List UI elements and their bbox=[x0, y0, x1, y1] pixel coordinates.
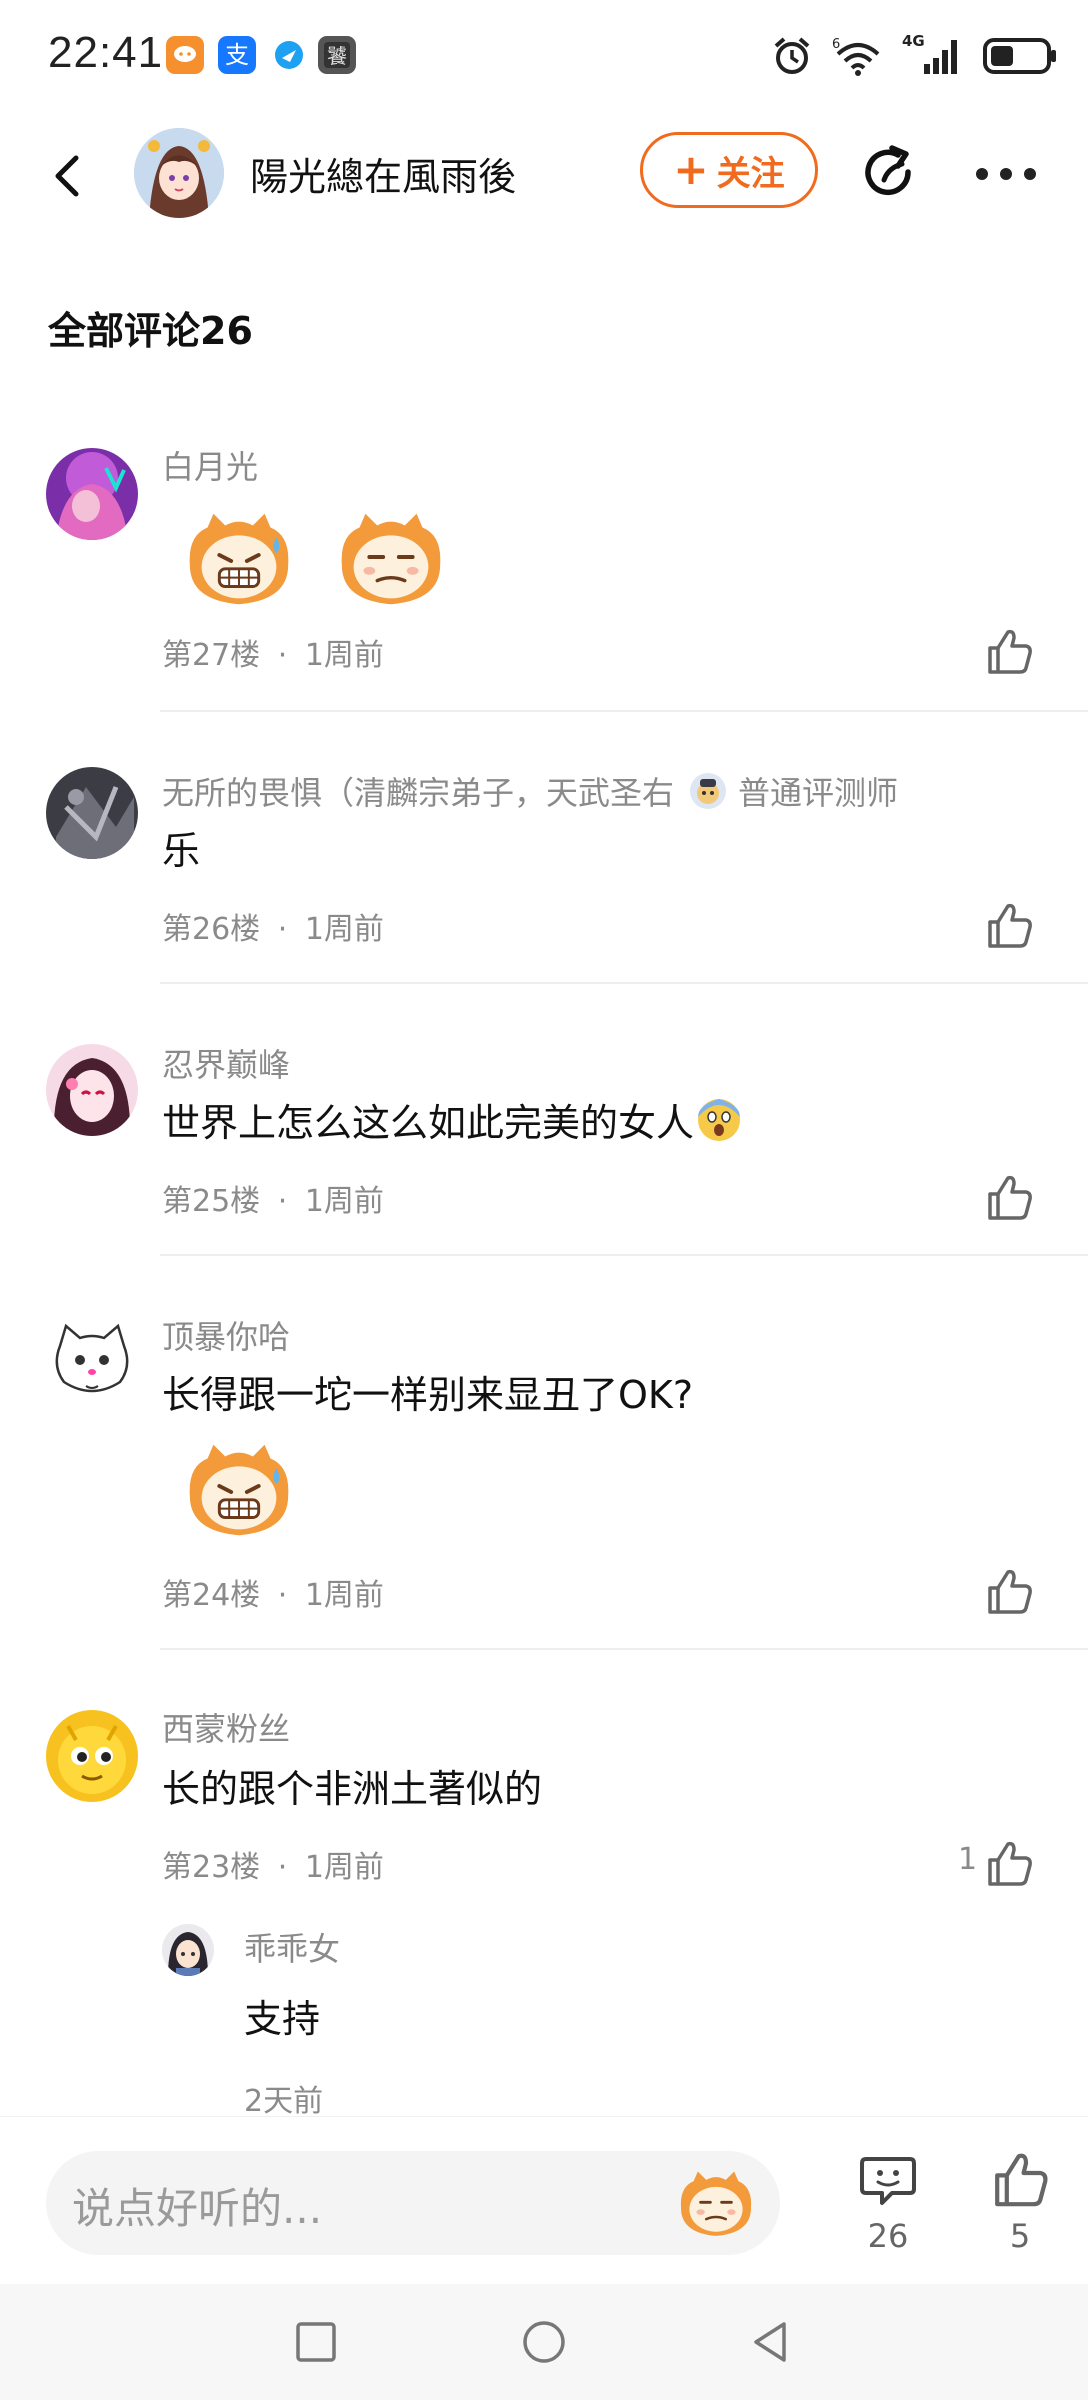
comment-meta: 第27楼 · 1周前 bbox=[162, 630, 384, 674]
svg-text:支: 支 bbox=[225, 41, 249, 69]
comment-time: 1周前 bbox=[304, 912, 384, 947]
follow-label: 关注 bbox=[716, 153, 785, 194]
like-button[interactable] bbox=[984, 1838, 1034, 1888]
floor-number: 第24楼 bbox=[162, 1578, 261, 1613]
floor-number: 第25楼 bbox=[162, 1184, 261, 1219]
meta-separator: · bbox=[277, 638, 288, 673]
comment-text: 长的跟个非洲土著似的 bbox=[162, 1767, 543, 1811]
comment-meta: 第25楼 · 1周前 bbox=[162, 1176, 384, 1220]
reviewer-badge-label: 普通评测师 bbox=[738, 774, 899, 812]
comment-count-icon[interactable] bbox=[858, 2149, 918, 2209]
wifi-icon: 6 bbox=[832, 37, 880, 76]
meta-separator: · bbox=[277, 1184, 288, 1219]
browser-notification-icon bbox=[270, 36, 308, 74]
commenter-name[interactable]: 西蒙粉丝 bbox=[162, 1704, 290, 1750]
like-button[interactable] bbox=[984, 1566, 1034, 1616]
commenter-name-text: 无所的畏惧（清麟宗弟子，天武圣右 bbox=[162, 774, 675, 812]
share-button[interactable] bbox=[858, 142, 922, 206]
commenter-avatar[interactable] bbox=[46, 1044, 138, 1136]
comments-section-title: 全部评论26 bbox=[48, 309, 253, 353]
comment-item: 西蒙粉丝 长的跟个非洲土著似的 第23楼 · 1周前 1 乖乖女 支持 2天前 bbox=[0, 1648, 1088, 2119]
grimace-sticker-icon bbox=[187, 511, 291, 607]
svg-text:6: 6 bbox=[832, 37, 840, 52]
grimace-sticker-icon bbox=[187, 1442, 291, 1538]
floor-number: 第27楼 bbox=[162, 638, 261, 673]
commenter-avatar[interactable] bbox=[46, 1316, 138, 1408]
comment-meta: 第23楼 · 1周前 bbox=[162, 1842, 384, 1886]
home-icon[interactable] bbox=[520, 2318, 568, 2366]
author-avatar[interactable] bbox=[134, 128, 224, 218]
comment-input-placeholder: 说点好听的... bbox=[72, 2184, 323, 2233]
status-time: 22:41 bbox=[48, 28, 164, 77]
more-dot-icon bbox=[1000, 168, 1012, 180]
status-bar: 22:41 支 饕 6 4G bbox=[0, 0, 1088, 110]
reply-author-name[interactable]: 乖乖女 bbox=[244, 1924, 340, 1970]
commenter-name[interactable]: 顶暴你哈 bbox=[162, 1312, 290, 1358]
recent-apps-icon[interactable] bbox=[294, 2320, 338, 2364]
shocked-emoji-icon bbox=[698, 1098, 741, 1141]
more-options-button[interactable] bbox=[976, 164, 1036, 184]
comment-text: 乐 bbox=[162, 829, 201, 873]
commenter-avatar[interactable] bbox=[46, 767, 138, 859]
reply-item: 乖乖女 支持 2天前 bbox=[0, 1918, 1088, 2119]
follow-button[interactable]: + 关注 bbox=[640, 132, 818, 208]
like-button[interactable] bbox=[984, 626, 1034, 676]
svg-text:饕: 饕 bbox=[327, 44, 347, 68]
system-navigation-bar bbox=[0, 2284, 1088, 2400]
like-count: 1 bbox=[958, 1842, 978, 1877]
status-indicators: 6 4G bbox=[770, 30, 1058, 82]
comment-meta: 第24楼 · 1周前 bbox=[162, 1570, 384, 1614]
like-button[interactable] bbox=[984, 900, 1034, 950]
commenter-name[interactable]: 忍界巅峰 bbox=[162, 1040, 290, 1086]
bottom-action-bar: 说点好听的... 26 5 bbox=[0, 2116, 1088, 2285]
more-dot-icon bbox=[1024, 168, 1036, 180]
comment-item: 顶暴你哈 长得跟一坨一样别来显丑了OK? 第24楼 · 1周前 bbox=[0, 1256, 1088, 1652]
back-button[interactable] bbox=[40, 148, 96, 204]
commenter-name[interactable]: 无所的畏惧（清麟宗弟子，天武圣右 普通评测师 bbox=[162, 768, 898, 814]
game-notification-icon: 饕 bbox=[318, 36, 356, 74]
reply-time: 2天前 bbox=[244, 2084, 324, 2119]
comment-input[interactable]: 说点好听的... bbox=[46, 2151, 780, 2255]
battery-icon bbox=[983, 38, 1056, 74]
commenter-name[interactable]: 白月光 bbox=[162, 442, 258, 488]
meta-separator: · bbox=[277, 1578, 288, 1613]
comment-text: 长得跟一坨一样别来显丑了OK? bbox=[162, 1373, 693, 1417]
chevron-left-icon bbox=[55, 155, 79, 197]
comment-item: 白月光 第27楼 · 1周前 bbox=[0, 440, 1088, 715]
like-button[interactable] bbox=[984, 1172, 1034, 1222]
commenter-avatar[interactable] bbox=[46, 1710, 138, 1802]
comment-time: 1周前 bbox=[304, 1184, 384, 1219]
alarm-icon bbox=[774, 37, 810, 74]
comment-text: 世界上怎么这么如此完美的女人 bbox=[162, 1092, 742, 1147]
meh-sticker-icon bbox=[339, 511, 443, 607]
share-icon bbox=[865, 145, 911, 196]
comment-count: 26 bbox=[867, 2217, 909, 2255]
like-post-icon[interactable] bbox=[990, 2149, 1050, 2209]
floor-number: 第23楼 bbox=[162, 1850, 261, 1885]
floor-number: 第26楼 bbox=[162, 912, 261, 947]
reviewer-badge-icon bbox=[690, 773, 727, 809]
chat-app-notification-icon bbox=[166, 36, 204, 74]
comment-item: 无所的畏惧（清麟宗弟子，天武圣右 普通评测师 乐 第26楼 · 1周前 bbox=[0, 712, 1088, 984]
comment-time: 1周前 bbox=[304, 1850, 384, 1885]
alipay-notification-icon: 支 bbox=[218, 36, 256, 74]
like-post-count: 5 bbox=[1009, 2217, 1031, 2255]
more-dot-icon bbox=[976, 168, 988, 180]
comment-text-content: 世界上怎么这么如此完美的女人 bbox=[162, 1101, 695, 1145]
reply-text: 支持 bbox=[244, 1997, 321, 2041]
meta-separator: · bbox=[277, 1850, 288, 1885]
reply-avatar[interactable] bbox=[162, 1924, 214, 1976]
plus-icon: + bbox=[673, 145, 709, 194]
sticker-picker-icon[interactable] bbox=[674, 2161, 758, 2245]
comment-item: 忍界巅峰 世界上怎么这么如此完美的女人 第25楼 · 1周前 bbox=[0, 984, 1088, 1256]
cellular-signal-icon: 4G bbox=[902, 32, 966, 78]
back-nav-icon[interactable] bbox=[748, 2318, 792, 2366]
post-header: 陽光總在風雨後 + 关注 bbox=[0, 120, 1088, 230]
comment-time: 1周前 bbox=[304, 1578, 384, 1613]
author-name[interactable]: 陽光總在風雨後 bbox=[250, 146, 516, 201]
comment-time: 1周前 bbox=[304, 638, 384, 673]
commenter-avatar[interactable] bbox=[46, 448, 138, 540]
comment-meta: 第26楼 · 1周前 bbox=[162, 904, 384, 948]
meta-separator: · bbox=[277, 912, 288, 947]
